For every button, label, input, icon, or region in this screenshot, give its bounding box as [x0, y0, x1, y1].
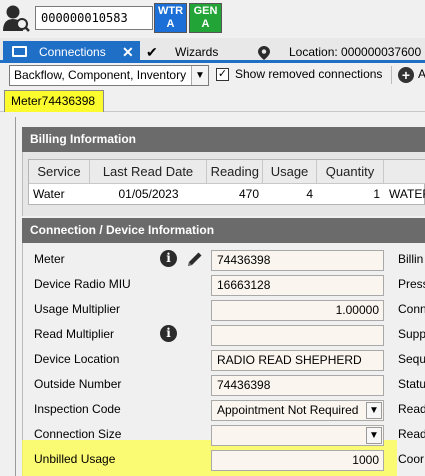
general-service-badge[interactable]: GEN A	[189, 3, 222, 33]
field-label-meter: Meter	[34, 252, 65, 266]
info-icon[interactable]: i	[160, 325, 177, 342]
column-header-extra[interactable]	[384, 160, 425, 184]
cell-usage: 4	[306, 187, 313, 201]
column-header-quantity[interactable]: Quantity	[317, 160, 384, 184]
field-label-inspection-code: Inspection Code	[34, 402, 121, 416]
info-icon[interactable]: i	[160, 250, 177, 267]
filter-value: Backflow, Component, Inventory	[14, 68, 187, 82]
field-label-read: Read	[398, 427, 425, 441]
field-label-read-multiplier: Read Multiplier	[34, 327, 115, 341]
inspection-code-select[interactable]: Appointment Not Required ▼	[211, 400, 384, 421]
field-label-billing: Billin	[398, 252, 424, 266]
badge-status: A	[201, 18, 210, 30]
cell-service: Water	[33, 187, 65, 201]
meter-field[interactable]: 74436398	[211, 250, 384, 271]
unbilled-usage-field[interactable]: 1000	[211, 450, 384, 471]
field-label-read: Read	[398, 402, 425, 416]
column-header-usage[interactable]: Usage	[263, 160, 317, 184]
connection-filter-select[interactable]: Backflow, Component, Inventory ▼	[9, 65, 209, 86]
badge-service-code: GEN	[193, 5, 218, 17]
field-label-coordinates: Coor	[398, 452, 425, 466]
outside-number-field[interactable]: 74436398	[211, 375, 384, 396]
column-header-service[interactable]: Service	[29, 160, 90, 184]
cell-quantity: 1	[373, 187, 380, 201]
field-label-device-radio-miu: Device Radio MIU	[34, 277, 131, 291]
field-label-connection-size: Connection Size	[34, 427, 122, 441]
billing-table: Service Last Read Date Reading Usage Qua…	[28, 159, 425, 205]
tab-meter[interactable]: Meter74436398	[4, 90, 104, 112]
tab-label: Connections	[39, 45, 106, 59]
cell-last-read-date: 01/05/2023	[118, 187, 179, 201]
billing-section-header[interactable]: Billing Information	[22, 127, 425, 152]
connection-size-select[interactable]: ▼	[211, 425, 384, 446]
column-header-last-read-date[interactable]: Last Read Date	[90, 160, 207, 184]
device-radio-miu-field[interactable]: 16663128	[211, 275, 384, 296]
panel-border	[15, 117, 16, 476]
show-removed-checkbox[interactable]: ✓	[216, 68, 229, 81]
field-label-device-location: Device Location	[34, 352, 120, 366]
add-icon[interactable]: +	[398, 67, 414, 83]
usage-multiplier-field[interactable]: 1.00000	[211, 300, 384, 321]
field-label-status: Statu	[398, 377, 425, 391]
field-label-pressure: Press	[398, 277, 425, 291]
account-number-field[interactable]: 000000010583	[35, 6, 153, 30]
toolbar-divider	[391, 66, 392, 84]
chevron-down-icon[interactable]: ▼	[366, 402, 382, 419]
column-header-reading[interactable]: Reading	[207, 160, 263, 184]
read-multiplier-field[interactable]	[211, 325, 384, 346]
cell-reading: 470	[238, 187, 259, 201]
field-label-outside-number: Outside Number	[34, 377, 122, 391]
field-label-supply: Supp	[398, 327, 425, 341]
show-removed-label[interactable]: Show removed connections	[235, 66, 382, 83]
chevron-down-icon[interactable]: ▼	[366, 427, 382, 444]
cell-extra: WATER	[389, 187, 425, 201]
field-label-unbilled-usage: Unbilled Usage	[34, 452, 116, 466]
badge-status: A	[166, 18, 175, 30]
map-pin-icon	[258, 45, 270, 60]
field-label-connection: Conn	[398, 302, 425, 316]
close-icon[interactable]: ✕	[122, 41, 134, 63]
water-service-badge[interactable]: WTR A	[154, 3, 187, 33]
device-location-field[interactable]: RADIO READ SHEPHERD	[211, 350, 384, 371]
edit-icon[interactable]	[186, 250, 204, 268]
tab-connections[interactable]: Connections ✕	[3, 41, 140, 63]
chevron-down-icon[interactable]: ▼	[191, 66, 208, 85]
add-button-label[interactable]: A	[418, 66, 425, 83]
customer-search-icon[interactable]	[2, 3, 30, 33]
select-value: Appointment Not Required	[217, 403, 359, 417]
connections-icon	[12, 46, 27, 57]
field-label-sequence: Sequ	[398, 352, 425, 366]
field-label-usage-multiplier: Usage Multiplier	[34, 302, 121, 316]
badge-service-code: WTR	[157, 5, 184, 17]
table-header: Service Last Read Date Reading Usage Qua…	[29, 160, 425, 184]
checkmark-icon: ✔	[146, 44, 158, 60]
tab-label: Location: 000000037600	[289, 45, 422, 59]
device-section-header[interactable]: Connection / Device Information	[22, 218, 425, 243]
tab-label: Wizards	[175, 45, 219, 59]
